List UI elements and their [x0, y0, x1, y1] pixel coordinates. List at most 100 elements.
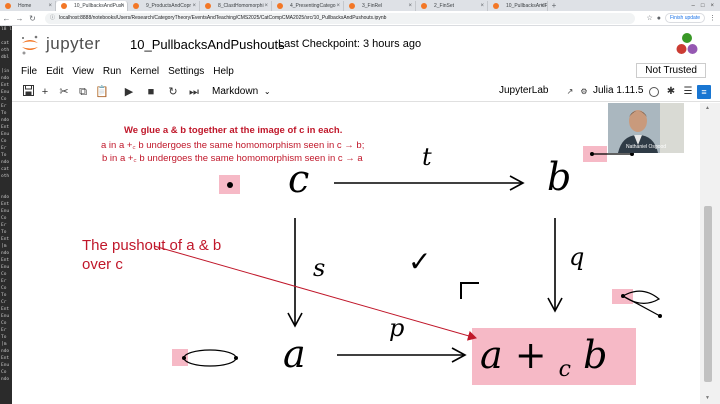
reload-icon[interactable]: ↻: [26, 14, 39, 23]
notebook-title[interactable]: 10_PullbacksAndPushouts: [130, 37, 285, 52]
close-tab-icon[interactable]: ×: [192, 1, 196, 11]
pushout-main: a +: [480, 333, 559, 377]
terminal-line: Ent: [1, 237, 10, 242]
close-tab-icon[interactable]: ×: [480, 1, 484, 11]
browser-tab[interactable]: 3_FinRel ×: [344, 1, 416, 11]
notebook-scrollbar[interactable]: ▲ ▼: [700, 103, 720, 404]
browser-tab[interactable]: 4_PresentingCatego ×: [272, 1, 344, 11]
scrollbar-thumb[interactable]: [704, 206, 712, 382]
terminal-line: [in: [1, 69, 10, 74]
external-link-icon[interactable]: ↗: [563, 85, 577, 99]
copy-icon[interactable]: ⧉: [76, 85, 90, 99]
menu-view[interactable]: View: [63, 66, 94, 77]
c-point: [227, 182, 233, 188]
close-window-icon[interactable]: ×: [710, 3, 714, 9]
menu-edit[interactable]: Edit: [37, 66, 63, 77]
close-tab-icon[interactable]: ×: [120, 1, 124, 11]
save-icon[interactable]: [21, 85, 35, 99]
trust-status-button[interactable]: Not Trusted: [636, 63, 706, 78]
stop-icon[interactable]: ■: [144, 85, 158, 99]
object-c: c: [288, 157, 310, 201]
more-menu-icon[interactable]: ⋮: [709, 14, 716, 22]
julia-logo-icon: [676, 33, 698, 54]
pushout-b: b: [570, 333, 608, 377]
url-field[interactable]: ⓘ localhost:8888/notebooks/Users/Researc…: [45, 12, 635, 24]
jupyter-favicon-icon: [205, 3, 211, 9]
terminal-line: Er: [1, 104, 7, 109]
bug-icon[interactable]: ✱: [664, 85, 678, 99]
browser-tab[interactable]: Home ×: [0, 1, 56, 11]
label-s: s: [313, 254, 326, 282]
jupyter-favicon-icon: [277, 3, 283, 9]
browser-tab-strip: Home × 10_PullbacksAndPush × 9_ProductsAndCo…: [0, 0, 720, 11]
browser-tab[interactable]: 8_ClastHomomorphi ×: [200, 1, 272, 11]
restart-icon[interactable]: ↻: [166, 85, 180, 99]
scroll-down-icon[interactable]: ▼: [705, 395, 710, 401]
add-cell-icon[interactable]: +: [38, 85, 52, 99]
profile-icon[interactable]: ●: [657, 15, 661, 22]
pushout-corner-symbol: [460, 282, 479, 299]
terminal-line: Co: [1, 286, 7, 291]
close-tab-icon[interactable]: ×: [336, 1, 340, 11]
jupyter-favicon-icon: [5, 3, 11, 9]
browser-tab[interactable]: 10_PullbacksAndPush ×: [56, 1, 128, 11]
terminal-line: Enu: [1, 265, 10, 270]
fast-forward-icon[interactable]: ⏭: [187, 85, 201, 99]
minimize-icon[interactable]: –: [692, 3, 695, 9]
menu-help[interactable]: Help: [204, 66, 234, 77]
menu-kernel[interactable]: Kernel: [121, 66, 159, 77]
terminal-line: Ent: [1, 307, 10, 312]
terminal-line: To: [1, 111, 7, 116]
maximize-icon[interactable]: □: [701, 3, 705, 9]
close-tab-icon[interactable]: ×: [540, 1, 544, 11]
terminal-line: Enu: [1, 132, 10, 137]
terminal-line: Ent: [1, 83, 10, 88]
bookmark-star-icon[interactable]: ☆: [646, 14, 652, 22]
url-text: localhost:8888/notebooks/Users/Research/…: [59, 14, 387, 21]
close-tab-icon[interactable]: ×: [264, 1, 268, 11]
label-q: q: [569, 243, 585, 271]
browser-tab[interactable]: 2_FinSet ×: [416, 1, 488, 11]
notebook-content[interactable]: We glue a & b together at the image of c…: [12, 103, 700, 404]
a-loop-graph: [182, 349, 238, 367]
cut-icon[interactable]: ✂: [57, 85, 71, 99]
terminal-line: [m: [1, 342, 7, 347]
toc-icon[interactable]: ≡: [697, 85, 711, 99]
run-icon[interactable]: ▶: [122, 85, 136, 99]
paste-icon[interactable]: 📋: [95, 85, 109, 99]
menu-settings[interactable]: Settings: [159, 66, 204, 77]
terminal-line: l8 l: [1, 27, 12, 32]
terminal-line: ndo: [1, 118, 10, 123]
cell-type-value: Markdown: [212, 86, 259, 97]
browser-tab[interactable]: 10_PullbacksAndPus×: [488, 1, 548, 11]
info-icon[interactable]: ⓘ: [50, 13, 55, 24]
browser-tab[interactable]: 9_ProductsAndCopr ×: [128, 1, 200, 11]
terminal-line: oth: [1, 174, 10, 179]
terminal-line: ndo: [1, 251, 10, 256]
menu-file[interactable]: File: [12, 66, 37, 77]
back-icon[interactable]: ←: [0, 14, 13, 23]
close-tab-icon[interactable]: ×: [48, 1, 52, 11]
terminal-line: Cr: [1, 300, 7, 305]
terminal-panel[interactable]: l8 l cat oth dbl [in ndo Ent Enu Co Er To ndo Ent E…: [0, 26, 12, 404]
gear-icon[interactable]: ⚙: [577, 85, 591, 99]
jupyterlab-link[interactable]: JupyterLab: [499, 85, 548, 96]
terminal-line: Co: [1, 139, 7, 144]
browser-tab-label: 2_FinSet: [434, 3, 455, 9]
close-tab-icon[interactable]: ×: [408, 1, 412, 11]
view-icon[interactable]: ☰: [681, 85, 695, 99]
terminal-line: Enu: [1, 363, 10, 368]
menu-run[interactable]: Run: [94, 66, 121, 77]
forward-icon[interactable]: →: [13, 14, 26, 23]
new-tab-icon[interactable]: +: [548, 1, 560, 11]
terminal-line: Co: [1, 370, 7, 375]
jupyter-favicon-icon: [349, 3, 355, 9]
jupyter-logo-icon[interactable]: [20, 34, 40, 56]
cell-type-select[interactable]: Markdown ⌄: [212, 84, 274, 99]
finish-update-button[interactable]: Finish update: [664, 13, 705, 23]
terminal-line: Er: [1, 279, 7, 284]
scroll-up-icon[interactable]: ▲: [705, 105, 710, 111]
terminal-line: Ent: [1, 125, 10, 130]
kernel-language[interactable]: Julia 1.11.5: [593, 85, 643, 96]
